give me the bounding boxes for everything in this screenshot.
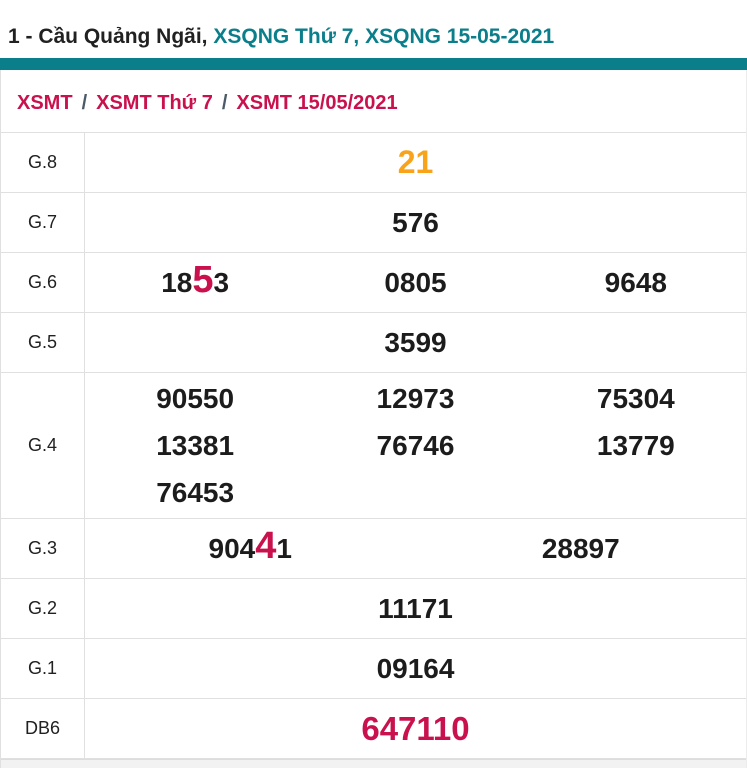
breadcrumb-link[interactable]: XSMT — [17, 92, 73, 114]
results-table: G.8 21 G.7 576 G.6 1853 0805 9648 G.5 3599 G.4 9055… — [1, 132, 746, 759]
table-row: G.5 3599 — [1, 313, 746, 373]
table-row: DB6 647110 — [1, 699, 746, 759]
highlighted-digit: 5 — [192, 259, 214, 301]
prize-values: 1853 0805 9648 — [85, 253, 746, 312]
breadcrumb-separator: / — [81, 92, 88, 114]
prize-number: 12973 — [376, 383, 455, 414]
table-row: G.2 11171 — [1, 579, 746, 639]
prize-label: G.2 — [1, 579, 85, 638]
table-row: G.7 576 — [1, 193, 746, 253]
prize-label: G.4 — [1, 373, 85, 518]
prize-number: 76453 — [156, 477, 235, 508]
next-section-strip — [1, 759, 746, 768]
prize-values: 11171 — [85, 579, 746, 638]
prize-label: G.7 — [1, 193, 85, 252]
table-row: G.3 90441 28897 — [1, 519, 746, 579]
highlighted-digit: 4 — [255, 525, 277, 567]
prize-label: G.1 — [1, 639, 85, 698]
prize-label: G.8 — [1, 133, 85, 192]
prize-number: 28897 — [541, 533, 620, 564]
title-divider-bar — [0, 58, 747, 70]
title-weekday-link[interactable]: XSQNG Thứ 7, — [213, 25, 365, 48]
table-row: G.8 21 — [1, 133, 746, 193]
prize-label: DB6 — [1, 699, 85, 758]
title-prefix: 1 - Cầu Quảng Ngãi, — [8, 25, 214, 48]
breadcrumb-link[interactable]: XSMT Thứ 7 — [96, 92, 213, 114]
prize-values: 90550 12973 75304 13381 76746 13779 76453 — [85, 373, 746, 518]
prize-values: 3599 — [85, 313, 746, 372]
prize-number: 13381 — [156, 430, 235, 461]
prize-number: 576 — [392, 207, 439, 238]
prize-label: G.6 — [1, 253, 85, 312]
prize-number: 09164 — [376, 653, 455, 684]
table-row: G.6 1853 0805 9648 — [1, 253, 746, 313]
prize-number: 90550 — [156, 383, 235, 414]
prize-number: 21 — [397, 144, 434, 180]
breadcrumb-link[interactable]: XSMT 15/05/2021 — [236, 92, 397, 114]
breadcrumb: XSMT / XSMT Thứ 7 / XSMT 15/05/2021 — [1, 70, 746, 132]
prize-values: 647110 — [85, 699, 746, 758]
page-title: 1 - Cầu Quảng Ngãi, XSQNG Thứ 7, XSQNG 1… — [0, 0, 747, 50]
prize-values: 21 — [85, 133, 746, 192]
prize-number: 1853 — [161, 259, 230, 301]
prize-number: 13779 — [596, 430, 675, 461]
prize-values: 576 — [85, 193, 746, 252]
prize-number: 9648 — [604, 267, 667, 298]
prize-label: G.3 — [1, 519, 85, 578]
prize-number: 76746 — [376, 430, 455, 461]
prize-values: 09164 — [85, 639, 746, 698]
prize-values: 90441 28897 — [85, 519, 746, 578]
content-panel: XSMT / XSMT Thứ 7 / XSMT 15/05/2021 G.8 21 G.7… — [0, 70, 747, 768]
prize-label: G.5 — [1, 313, 85, 372]
prize-number: 75304 — [596, 383, 675, 414]
prize-number: 90441 — [208, 525, 292, 567]
prize-number: 11171 — [378, 593, 453, 624]
lottery-results-page: 1 - Cầu Quảng Ngãi, XSQNG Thứ 7, XSQNG 1… — [0, 0, 747, 780]
table-row: G.1 09164 — [1, 639, 746, 699]
prize-number: 0805 — [384, 267, 447, 298]
prize-number: 647110 — [361, 710, 470, 747]
breadcrumb-separator: / — [221, 92, 228, 114]
prize-number: 3599 — [384, 327, 447, 358]
title-date-link[interactable]: XSQNG 15-05-2021 — [365, 25, 554, 48]
table-row: G.4 90550 12973 75304 13381 76746 13779 76453 — [1, 373, 746, 519]
